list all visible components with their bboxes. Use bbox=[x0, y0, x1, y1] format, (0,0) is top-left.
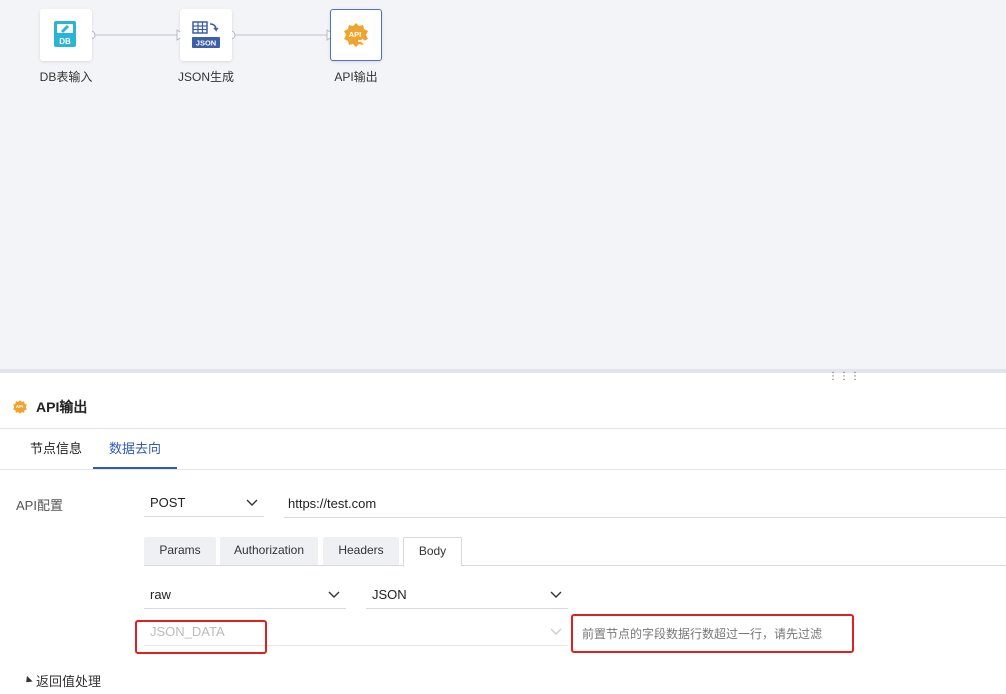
content-type-select[interactable]: JSON bbox=[366, 581, 568, 609]
node-api-output[interactable]: API bbox=[330, 9, 382, 61]
chevron-down-icon bbox=[328, 591, 340, 598]
tab-data-destination[interactable]: 数据去向 bbox=[93, 430, 178, 469]
body-type-value: raw bbox=[150, 587, 171, 602]
node-db-table-input[interactable]: DB bbox=[40, 9, 92, 61]
api-config-label: API配置 bbox=[16, 498, 63, 513]
body-type-select[interactable]: raw bbox=[144, 581, 346, 609]
node-label: API输出 bbox=[334, 70, 378, 84]
url-value: https://test.com bbox=[288, 496, 377, 511]
chevron-down-icon bbox=[550, 591, 562, 598]
node-label: JSON生成 bbox=[177, 70, 234, 84]
panel-tabs: 节点信息 数据去向 bbox=[0, 430, 1006, 470]
drag-handle-icon[interactable]: ⋮⋮⋮ bbox=[828, 372, 861, 382]
request-subtabs: Params Authorization Headers Body bbox=[144, 537, 1006, 567]
svg-text:API: API bbox=[16, 404, 23, 409]
collapse-triangle-icon bbox=[23, 675, 33, 686]
chevron-down-icon bbox=[246, 499, 258, 506]
tab-node-info[interactable]: 节点信息 bbox=[14, 430, 98, 469]
return-value-section[interactable]: 返回值处理 bbox=[23, 671, 102, 690]
svg-text:DB: DB bbox=[59, 37, 71, 46]
http-method-value: POST bbox=[150, 495, 186, 510]
node-json-generate[interactable]: JSON bbox=[180, 9, 232, 61]
chevron-down-icon bbox=[550, 628, 562, 635]
api-output-icon: API bbox=[13, 399, 27, 414]
subtab-headers[interactable]: Headers bbox=[323, 537, 399, 565]
content-type-value: JSON bbox=[372, 587, 407, 602]
flow-edges bbox=[86, 29, 336, 41]
highlight-box bbox=[135, 620, 267, 654]
return-value-label: 返回值处理 bbox=[36, 674, 102, 689]
url-input[interactable]: https://test.com bbox=[284, 490, 1006, 518]
highlight-box bbox=[571, 614, 854, 653]
http-method-select[interactable]: POST bbox=[144, 489, 264, 517]
panel-title: API输出 bbox=[36, 398, 88, 415]
node-label: DB表输入 bbox=[39, 70, 93, 84]
json-generate-icon: JSON bbox=[192, 21, 220, 48]
subtab-params[interactable]: Params bbox=[144, 537, 216, 565]
api-output-icon: API bbox=[344, 23, 368, 47]
db-table-icon: DB bbox=[54, 21, 76, 47]
flow-canvas[interactable]: DB DB表输入 JSON JSON生成 API API输出 bbox=[0, 0, 1006, 369]
subtab-authorization[interactable]: Authorization bbox=[220, 537, 318, 565]
svg-text:API: API bbox=[349, 30, 362, 39]
subtab-body[interactable]: Body bbox=[403, 537, 462, 567]
svg-text:JSON: JSON bbox=[196, 39, 216, 48]
panel-header: API API输出 bbox=[0, 385, 1006, 429]
